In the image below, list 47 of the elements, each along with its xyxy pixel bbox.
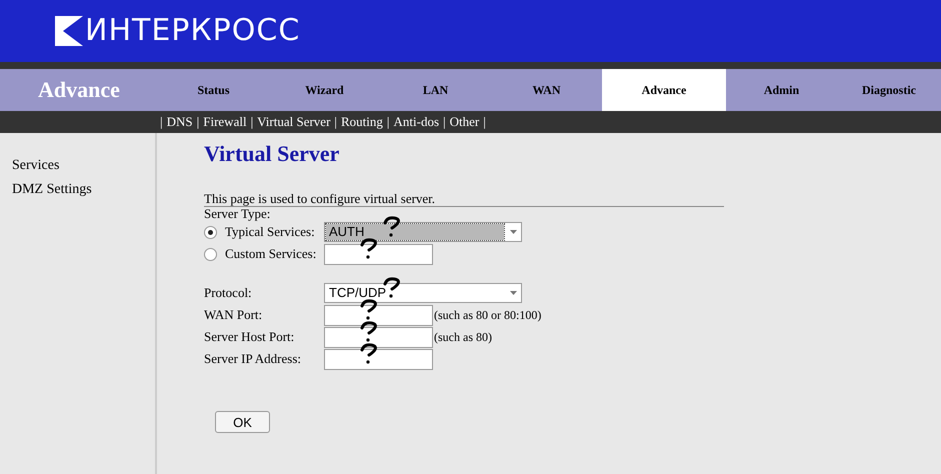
field-label: Custom Services: (225, 246, 318, 262)
hint-text: (such as 80) (434, 330, 492, 344)
input-field[interactable] (324, 326, 433, 348)
subnav-link[interactable]: Other (450, 114, 480, 130)
nav-tab[interactable]: WAN (491, 69, 602, 111)
separator: | (250, 114, 254, 130)
separator: | (483, 114, 486, 130)
input-field[interactable] (324, 348, 433, 370)
sidebar-link[interactable]: Services (0, 157, 155, 174)
subnav-link[interactable]: Routing (341, 114, 383, 130)
separator: | (443, 114, 446, 130)
field-label: Typical Services: (225, 224, 316, 240)
input-field[interactable] (324, 304, 433, 326)
page-description: This page is used to configure virtual server. (204, 191, 724, 207)
sidebar-link[interactable]: DMZ Settings (0, 181, 155, 198)
subnav-link[interactable]: Virtual Server (257, 114, 330, 130)
caret-icon (510, 291, 516, 295)
field-label: WAN Port: (204, 307, 264, 323)
nav-tab[interactable]: LAN (380, 69, 491, 111)
separator: | (160, 114, 163, 130)
nav-tab[interactable]: Wizard (269, 69, 380, 111)
radio-button[interactable] (204, 226, 217, 238)
separator: | (196, 114, 200, 130)
section-title: Advance (37, 76, 121, 104)
field-label: Protocol: (204, 285, 253, 301)
field-label: Server Host Port: (204, 329, 296, 345)
dropdown[interactable]: TCP/UDP (324, 283, 522, 303)
caret-icon (510, 230, 516, 234)
field-label: Server Type: (204, 207, 272, 221)
nav-tab[interactable]: Advance (602, 69, 726, 111)
page-title: Virtual Server (204, 141, 340, 167)
hint-text: (such as 80 or 80:100) (434, 308, 542, 322)
logo-icon (55, 16, 83, 46)
dropdown[interactable]: AUTH (324, 222, 522, 242)
nav-tab[interactable]: Status (158, 69, 269, 111)
subnav-link[interactable]: Anti-dos (394, 114, 440, 130)
separator: | (334, 114, 338, 130)
separator: | (386, 114, 390, 130)
radio-button[interactable] (204, 248, 217, 260)
subnav-link[interactable]: Firewall (203, 114, 247, 130)
ok-button[interactable]: OK (215, 411, 270, 433)
logo-text: ИНТЕРКРОСС (85, 14, 300, 48)
subnav-link[interactable]: DNS (166, 114, 193, 130)
nav-tab[interactable]: Diagnostic (837, 69, 941, 111)
input-field[interactable] (324, 244, 433, 264)
field-label: Server IP Address: (204, 351, 302, 367)
nav-tab[interactable]: Admin (726, 69, 837, 111)
